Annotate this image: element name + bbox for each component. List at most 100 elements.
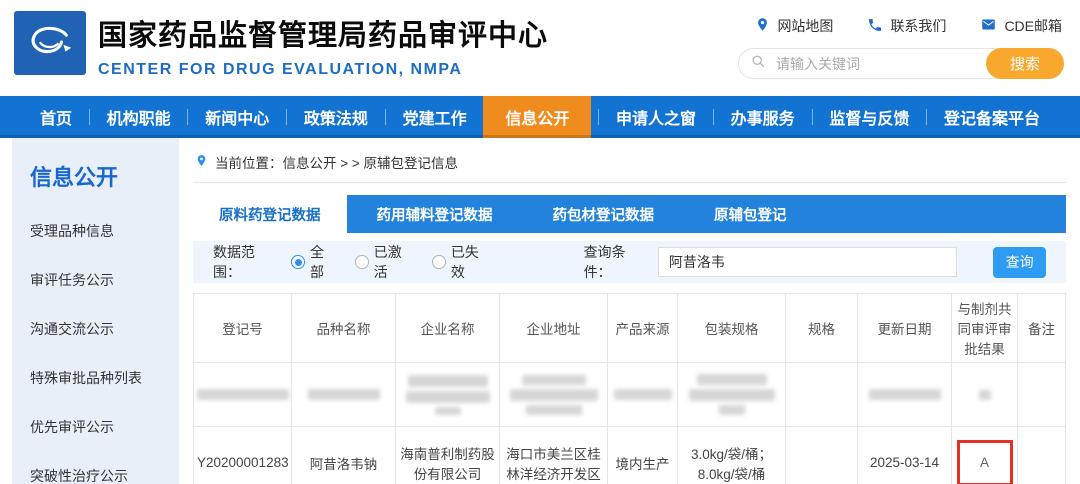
- radio-all[interactable]: 全部: [291, 242, 337, 282]
- sitemap-link[interactable]: 网站地图: [755, 16, 833, 36]
- redacted-cell: [858, 363, 952, 427]
- filter-bar: 数据范围： 全部 已激活 已失效 查询条件： 查询: [193, 241, 1066, 283]
- nav-item-supervision-feedback[interactable]: 监督与反馈: [819, 96, 919, 138]
- sitemap-label: 网站地图: [777, 16, 833, 36]
- sidebar-title: 信息公开: [30, 160, 179, 192]
- page-title: 国家药品监督管理局药品审评中心: [98, 12, 548, 54]
- site-search: 搜索: [738, 48, 1064, 79]
- table-row: [194, 363, 1066, 427]
- column-header-company-address: 企业地址: [500, 294, 608, 363]
- sidebar: 信息公开 受理品种信息 审评任务公示 沟通交流公示 特殊审批品种列表 优先审评公…: [12, 138, 179, 484]
- cell-company-name: 海南普利制药股份有限公司: [396, 427, 500, 484]
- radio-activated-label: 已激活: [374, 242, 415, 282]
- nav-item-functions[interactable]: 机构职能: [97, 96, 181, 138]
- sidebar-item-priority-review[interactable]: 优先审评公示: [30, 417, 179, 437]
- redacted-cell: [608, 363, 678, 427]
- utility-links: 网站地图 联系我们 CDE邮箱: [755, 16, 1062, 36]
- redacted-cell: [500, 363, 608, 427]
- column-header-variety-name: 品种名称: [292, 294, 396, 363]
- tab-excipient-registration-data[interactable]: 药用辅料登记数据: [347, 195, 523, 233]
- nav-divider: [598, 109, 599, 125]
- redacted-cell: [1018, 363, 1066, 427]
- cell-remarks: [1018, 427, 1066, 484]
- nav-divider: [286, 109, 287, 125]
- radio-all-label: 全部: [310, 242, 337, 282]
- nav-divider: [385, 109, 386, 125]
- nav-item-party-building[interactable]: 党建工作: [393, 96, 477, 138]
- nav-item-applicant-window[interactable]: 申请人之窗: [606, 96, 706, 138]
- data-scope-label: 数据范围：: [213, 242, 281, 282]
- contact-us-link[interactable]: 联系我们: [867, 16, 946, 36]
- sidebar-item-accepted-varieties[interactable]: 受理品种信息: [30, 221, 179, 241]
- tab-raw-aux-pack-registration[interactable]: 原辅包登记: [684, 195, 817, 233]
- column-header-product-source: 产品来源: [608, 294, 678, 363]
- sidebar-item-review-tasks[interactable]: 审评任务公示: [30, 270, 179, 290]
- column-header-remarks: 备注: [1018, 294, 1066, 363]
- mail-icon: [980, 17, 997, 35]
- cell-spec: [786, 427, 858, 484]
- tab-api-registration-data[interactable]: 原料药登记数据: [193, 195, 347, 233]
- redacted-cell: [952, 363, 1018, 427]
- page-subtitle: CENTER FOR DRUG EVALUATION, NMPA: [98, 61, 548, 79]
- cell-variety-name: 阿昔洛韦钠: [292, 427, 396, 484]
- query-button[interactable]: 查询: [993, 247, 1046, 278]
- cell-packaging-spec: 3.0kg/袋/桶；8.0kg/袋/桶: [678, 427, 786, 484]
- main-panel: 当前位置：信息公开 > > 原辅包登记信息 原料药登记数据 药用辅料登记数据 药…: [193, 138, 1066, 484]
- table-row: Y20200001283 阿昔洛韦钠 海南普利制药股份有限公司 海口市美兰区桂林…: [194, 427, 1066, 484]
- location-pin-icon: [195, 153, 208, 171]
- search-button[interactable]: 搜索: [986, 48, 1064, 79]
- location-pin-icon: [755, 16, 770, 36]
- site-header: 国家药品监督管理局药品审评中心 CENTER FOR DRUG EVALUATI…: [0, 0, 1080, 96]
- radio-expired[interactable]: 已失效: [432, 242, 491, 282]
- nav-divider: [187, 109, 188, 125]
- cell-registration-no: Y20200001283: [194, 427, 292, 484]
- nav-item-info-disclosure[interactable]: 信息公开: [483, 96, 591, 138]
- breadcrumb: 当前位置：信息公开 > > 原辅包登记信息: [193, 138, 1066, 183]
- tab-packaging-registration-data[interactable]: 药包材登记数据: [523, 195, 685, 233]
- cde-logo: [14, 11, 86, 75]
- search-input[interactable]: [776, 56, 986, 72]
- nav-divider: [926, 109, 927, 125]
- column-header-spec: 规格: [786, 294, 858, 363]
- phone-icon: [867, 17, 883, 36]
- breadcrumb-text: 当前位置：信息公开 > > 原辅包登记信息: [215, 152, 458, 172]
- main-nav: 首页 机构职能 新闻中心 政策法规 党建工作 信息公开 申请人之窗 办事服务 监…: [0, 96, 1080, 138]
- cell-product-source: 境内生产: [608, 427, 678, 484]
- search-icon: [751, 54, 766, 74]
- nav-item-news[interactable]: 新闻中心: [195, 96, 279, 138]
- cell-update-date: 2025-03-14: [858, 427, 952, 484]
- contact-us-label: 联系我们: [890, 16, 946, 36]
- cde-mail-link[interactable]: CDE邮箱: [980, 16, 1062, 36]
- radio-circle-icon: [291, 255, 305, 269]
- redacted-cell: [396, 363, 500, 427]
- radio-activated[interactable]: 已激活: [355, 242, 414, 282]
- radio-expired-label: 已失效: [451, 242, 492, 282]
- cell-company-address: 海口市美兰区桂林洋经济开发区: [500, 427, 608, 484]
- sidebar-item-communication[interactable]: 沟通交流公示: [30, 319, 179, 339]
- cell-joint-review-result: A: [952, 427, 1018, 484]
- swirl-fish-icon: [21, 16, 79, 71]
- nav-item-home[interactable]: 首页: [30, 96, 82, 138]
- joint-review-result-value: A: [980, 455, 989, 470]
- sidebar-item-breakthrough-therapy[interactable]: 突破性治疗公示: [30, 466, 179, 484]
- nav-item-services[interactable]: 办事服务: [721, 96, 805, 138]
- column-header-joint-review-result: 与制剂共同审评审批结果: [952, 294, 1018, 363]
- redacted-cell: [678, 363, 786, 427]
- column-header-registration-no: 登记号: [194, 294, 292, 363]
- cde-mail-label: CDE邮箱: [1004, 16, 1062, 36]
- red-highlight-box: A: [957, 440, 1013, 484]
- query-condition-input[interactable]: [658, 247, 957, 277]
- nav-divider: [89, 109, 90, 125]
- data-tabs: 原料药登记数据 药用辅料登记数据 药包材登记数据 原辅包登记: [193, 195, 1066, 233]
- redacted-cell: [292, 363, 396, 427]
- radio-circle-icon: [355, 255, 369, 269]
- nav-item-registration-platform[interactable]: 登记备案平台: [934, 96, 1050, 138]
- scope-radio-group: 全部 已激活 已失效: [291, 242, 491, 282]
- nav-item-policies[interactable]: 政策法规: [294, 96, 378, 138]
- column-header-company-name: 企业名称: [396, 294, 500, 363]
- nav-divider: [812, 109, 813, 125]
- radio-circle-icon: [432, 255, 446, 269]
- redacted-cell: [194, 363, 292, 427]
- table-header-row: 登记号 品种名称 企业名称 企业地址 产品来源 包装规格 规格 更新日期 与制剂…: [194, 294, 1066, 363]
- sidebar-item-special-approval-list[interactable]: 特殊审批品种列表: [30, 368, 179, 388]
